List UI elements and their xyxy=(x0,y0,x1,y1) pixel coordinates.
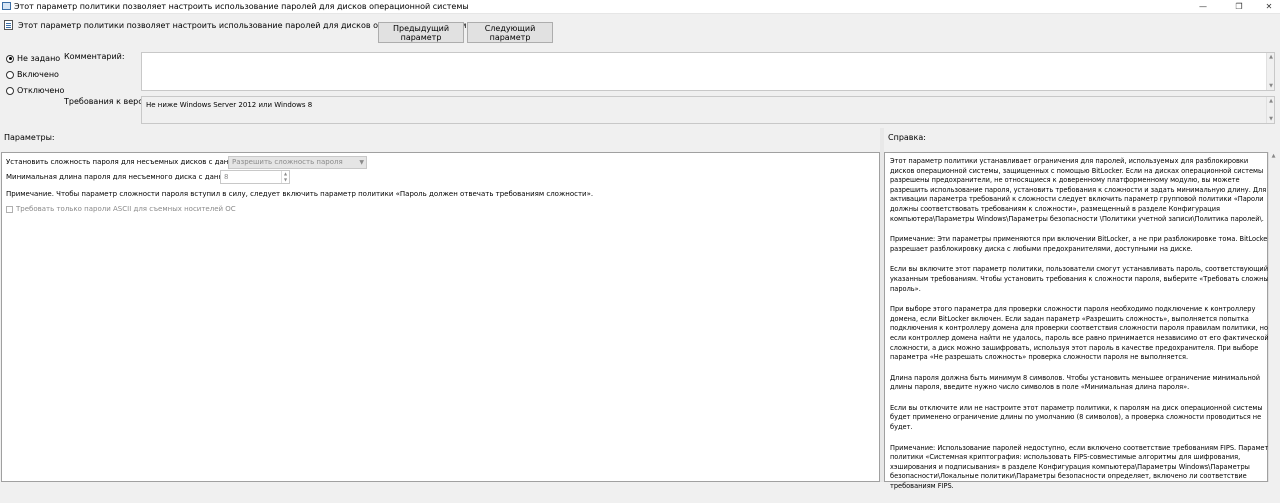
radio-label: Отключено xyxy=(17,86,65,95)
radio-button[interactable] xyxy=(6,86,14,95)
options-panel: Установить сложность пароля для несъемны… xyxy=(1,152,880,482)
complexity-label: Установить сложность пароля для несъемны… xyxy=(6,158,251,166)
radio-not-configured[interactable]: Не задано xyxy=(6,54,60,63)
close-icon[interactable]: ✕ xyxy=(1258,0,1280,13)
scroll-up-icon[interactable]: ▲ xyxy=(1267,97,1275,105)
spin-down-icon[interactable]: ▼ xyxy=(281,177,289,183)
ascii-only-checkbox[interactable] xyxy=(6,205,13,213)
help-text: Этот параметр политики устанавливает огр… xyxy=(890,157,1273,503)
help-paragraph: Если вы отключите или не настроите этот … xyxy=(890,403,1263,432)
previous-setting-button[interactable]: Предыдущий параметр xyxy=(378,22,464,43)
help-paragraph: Примечание: Эти параметры применяются пр… xyxy=(890,235,1271,253)
supported-on-field: Не ниже Windows Server 2012 или Windows … xyxy=(141,96,1275,124)
scroll-down-icon[interactable]: ▼ xyxy=(1267,115,1275,123)
min-length-value: 8 xyxy=(224,173,229,181)
minimize-icon[interactable]: — xyxy=(1192,0,1214,13)
help-scrollbar[interactable]: ▲ xyxy=(1268,152,1278,482)
complexity-note: Примечание. Чтобы параметр сложности пар… xyxy=(6,190,594,198)
comment-scrollbar[interactable]: ▲ ▼ xyxy=(1266,53,1274,90)
window-title: Этот параметр политики позволяет настрои… xyxy=(14,2,469,11)
restore-icon[interactable]: ❐ xyxy=(1228,0,1250,13)
radio-label: Включено xyxy=(17,70,59,79)
min-length-spinner[interactable]: 8 ▲ ▼ xyxy=(220,170,290,184)
help-paragraph: При выборе этого параметра для проверки … xyxy=(890,305,1271,362)
radio-disabled[interactable]: Отключено xyxy=(6,86,64,95)
scroll-up-icon[interactable]: ▲ xyxy=(1269,152,1278,160)
title-bar: Этот параметр политики позволяет настрои… xyxy=(0,0,1280,14)
policy-setting-icon xyxy=(4,20,13,30)
help-paragraph: Если вы включите этот параметр политики,… xyxy=(890,265,1273,293)
radio-label: Не задано xyxy=(17,54,61,63)
radio-button[interactable] xyxy=(6,70,14,79)
complexity-selected: Разрешить сложность пароля xyxy=(232,158,343,166)
min-length-label: Минимальная длина пароля для несъемного … xyxy=(6,173,241,181)
help-panel: Этот параметр политики устанавливает огр… xyxy=(884,152,1273,490)
scroll-down-icon[interactable]: ▼ xyxy=(1267,82,1275,90)
next-setting-button[interactable]: Следующий параметр xyxy=(467,22,553,43)
chevron-down-icon: ▼ xyxy=(359,159,364,166)
comment-textarea[interactable]: ▲ ▼ xyxy=(141,52,1275,91)
radio-button[interactable] xyxy=(6,54,14,63)
help-section-label: Справка: xyxy=(888,133,926,142)
complexity-dropdown[interactable]: Разрешить сложность пароля ▼ xyxy=(228,156,367,169)
comment-label: Комментарий: xyxy=(64,52,125,61)
help-paragraph: Этот параметр политики устанавливает огр… xyxy=(890,157,1267,223)
scroll-up-icon[interactable]: ▲ xyxy=(1267,53,1275,61)
options-section-label: Параметры: xyxy=(4,133,55,142)
radio-enabled[interactable]: Включено xyxy=(6,70,59,79)
policy-app-icon xyxy=(2,2,11,10)
help-paragraph: Длина пароля должна быть минимум 8 симво… xyxy=(890,373,1261,392)
ascii-only-option[interactable]: Требовать только пароли ASCII для съемны… xyxy=(6,205,236,213)
help-paragraph: Примечание: Использование паролей недост… xyxy=(890,443,1273,491)
supported-on-value: Не ниже Windows Server 2012 или Windows … xyxy=(146,101,313,109)
supported-scrollbar[interactable]: ▲ ▼ xyxy=(1266,97,1274,123)
ascii-only-label: Требовать только пароли ASCII для съемны… xyxy=(16,205,236,213)
